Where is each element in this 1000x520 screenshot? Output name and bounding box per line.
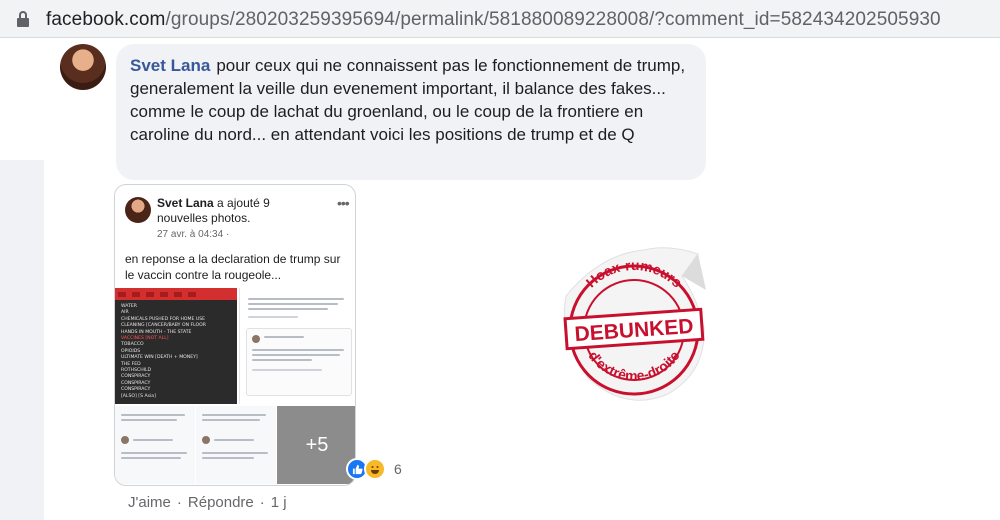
photo-list-line: CLEANING [CANCER/BABY ON FLOOR	[121, 323, 206, 329]
haha-icon	[364, 458, 386, 480]
like-link[interactable]: J'aime	[128, 494, 171, 511]
more-options-icon: •••	[337, 195, 350, 211]
post-header: Svet Lana a ajouté 9 nouvelles photos.	[157, 196, 317, 226]
reactions-summary[interactable]: 6	[346, 456, 406, 482]
photo-tile-2	[239, 288, 355, 404]
photo-tile-3	[115, 406, 195, 484]
photo-tile-4	[196, 406, 276, 484]
post-author: Svet Lana	[157, 196, 214, 210]
comment-actions: J'aime · Répondre · 1 j	[128, 494, 287, 511]
lock-icon	[16, 11, 30, 27]
comment-bubble: Svet Lana pour ceux qui ne connaissent pa…	[116, 44, 706, 180]
debunked-stamp: Hoax-rumeurs d'extrême-droite DEBUNKED	[548, 236, 718, 412]
photo-list-line: ULTIMATE WIN [DEATH + MONEY]	[121, 355, 198, 361]
url-host: facebook.com	[46, 9, 166, 30]
photo-list-text: WATER AIR CHEMICALS PUSHED FOR HOME USE CLE…	[121, 304, 206, 400]
comment-text: pour ceux qui ne connaissent pas le fonc…	[130, 56, 686, 144]
comment-author[interactable]: Svet Lana	[130, 56, 210, 75]
post-timestamp: 27 avr. à 04:34 ·	[157, 229, 230, 240]
commenter-avatar[interactable]	[60, 44, 106, 90]
photo-grid: WATER AIR CHEMICALS PUSHED FOR HOME USE CLE…	[115, 288, 355, 484]
url-path: /groups/280203259395694/permalink/581880…	[165, 9, 941, 30]
photo-list-line: [ALSO] [S Asia]	[121, 393, 156, 399]
post-text: en reponse a la declaration de trump sur…	[125, 252, 341, 282]
more-photos-count: +5	[305, 433, 329, 456]
comment-timestamp[interactable]: 1 j	[271, 494, 287, 511]
attached-screenshot[interactable]: Svet Lana a ajouté 9 nouvelles photos. 2…	[114, 184, 356, 486]
left-panel	[0, 160, 44, 520]
photo-tile-1: WATER AIR CHEMICALS PUSHED FOR HOME USE CLE…	[115, 288, 237, 404]
url-text[interactable]: facebook.com/groups/280203259395694/perm…	[46, 9, 941, 31]
browser-address-bar[interactable]: facebook.com/groups/280203259395694/perm…	[0, 0, 1000, 38]
reaction-count: 6	[394, 461, 402, 477]
photo-tile-more[interactable]: +5	[277, 406, 355, 484]
reply-link[interactable]: Répondre	[188, 494, 254, 511]
post-author-avatar	[125, 197, 151, 223]
